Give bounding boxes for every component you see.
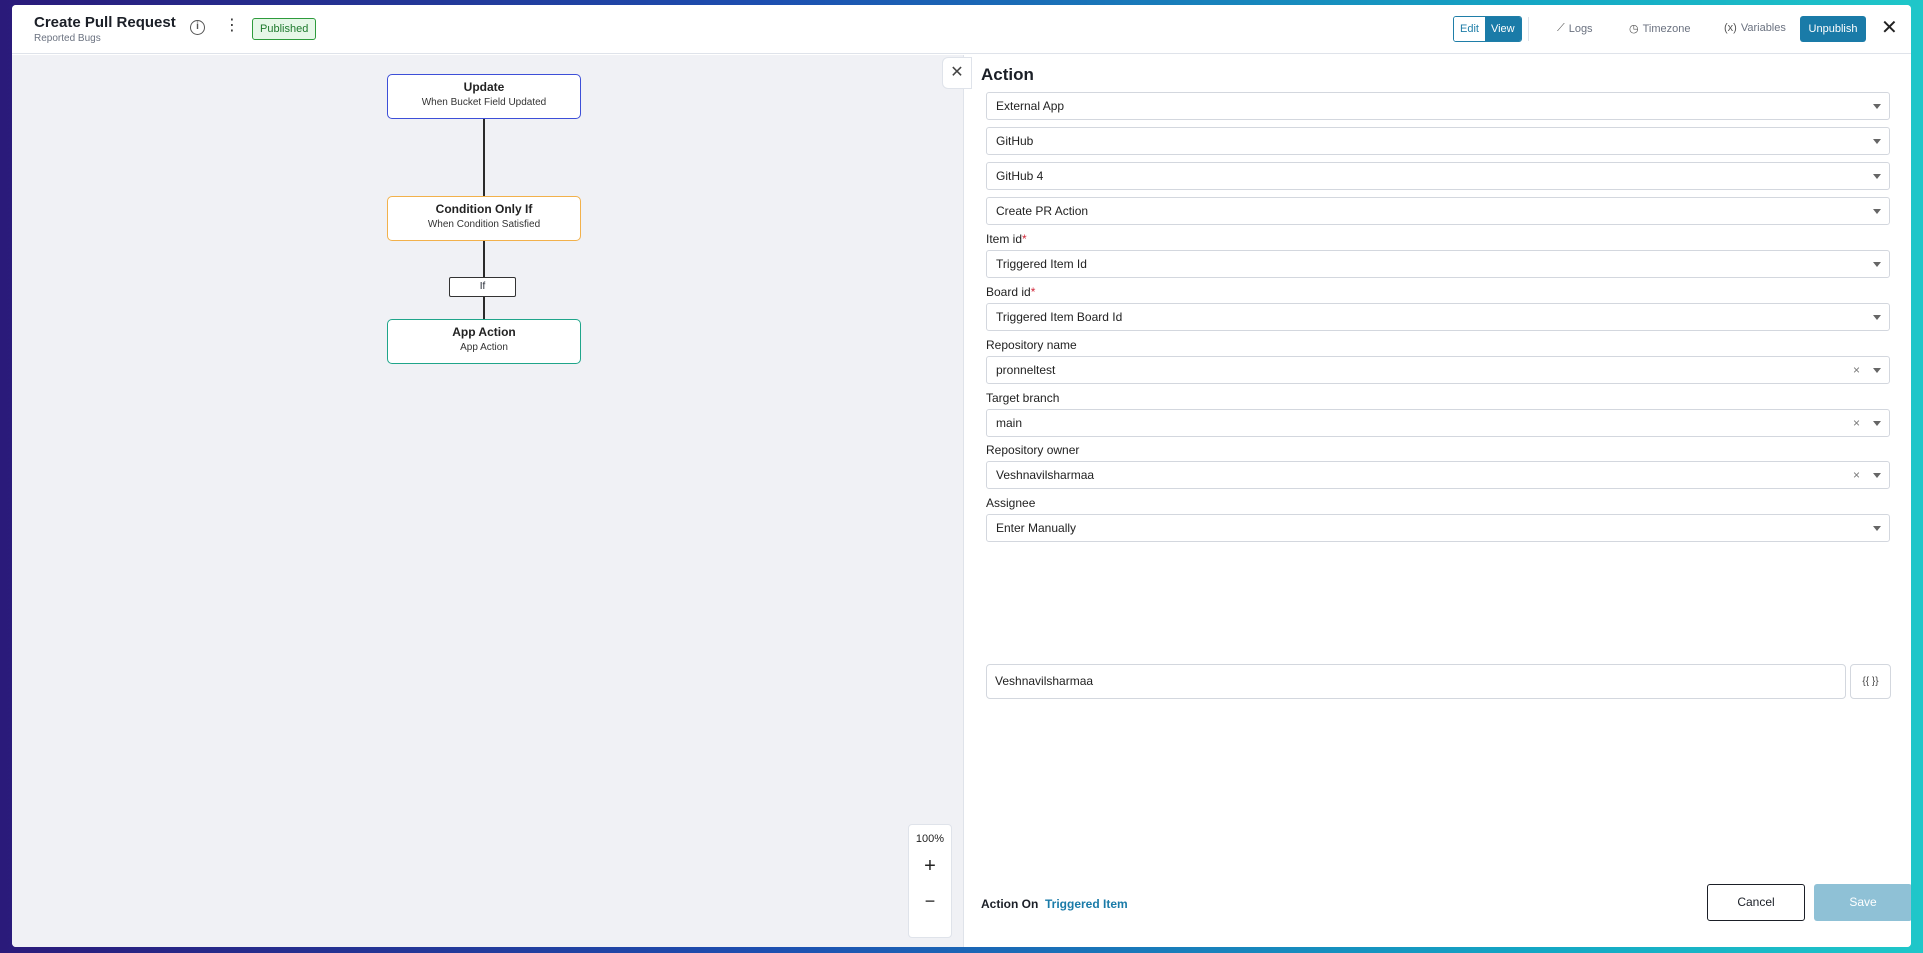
chevron-down-icon [1873,104,1881,109]
target-branch-label: Target branch [986,391,1060,405]
clear-icon[interactable]: × [1853,462,1860,488]
node-title: App Action [452,325,516,339]
top-header: Create Pull Request Reported Bugs i ⋮ Pu… [12,5,1911,54]
select-value: Create PR Action [996,204,1089,218]
timezone-label: Timezone [1642,22,1691,35]
workflow-node-update[interactable]: Update When Bucket Field Updated [387,74,581,119]
select-value: pronneltest [996,363,1056,377]
panel-title: Action [981,65,1034,84]
info-icon[interactable]: i [190,20,205,35]
select-value: External App [996,99,1065,113]
cancel-button[interactable]: Cancel [1707,884,1805,921]
connector-line [483,241,485,277]
required-marker: * [1030,285,1036,299]
unpublish-button[interactable]: Unpublish [1800,16,1866,42]
workflow-node-condition[interactable]: Condition Only If When Condition Satisfi… [387,196,581,241]
connection-select[interactable]: GitHub 4 [986,162,1890,190]
select-value: main [996,416,1023,430]
node-title: Condition Only If [435,202,533,216]
chevron-down-icon [1873,262,1881,267]
board-id-select[interactable]: Triggered Item Board Id [986,303,1890,331]
chevron-down-icon [1873,368,1881,373]
node-title: Update [463,80,505,94]
chevron-down-icon [1873,174,1881,179]
status-badge: Published [252,18,317,40]
action-on-label: Action On [981,897,1039,911]
chevron-down-icon [1873,209,1881,214]
node-subtitle: When Condition Satisfied [427,219,541,230]
clock-icon: ◷ [1629,23,1639,35]
chevron-down-icon [1873,315,1881,320]
clear-icon[interactable]: × [1853,357,1860,383]
assignee-label: Assignee [986,496,1036,510]
connector-line [483,119,485,196]
edit-mode-button[interactable]: Edit [1454,17,1485,41]
variables-icon: (x) [1724,22,1737,34]
page-title: Create Pull Request [34,14,176,31]
action-type-select[interactable]: External App [986,92,1890,120]
action-select[interactable]: Create PR Action [986,197,1890,225]
required-marker: * [1022,232,1027,246]
zoom-controls: 100% + − [908,824,952,938]
workflow-node-app-action[interactable]: App Action App Action [387,319,581,364]
select-value: Veshnavilsharmaa [996,468,1095,482]
clear-icon[interactable]: × [1853,410,1860,436]
assignee-mode-select[interactable]: Enter Manually [986,514,1890,542]
timezone-button[interactable]: ◷ Timezone [1629,22,1691,36]
target-branch-select[interactable]: main × [986,409,1890,437]
select-value: GitHub [996,134,1034,148]
repository-name-select[interactable]: pronneltest × [986,356,1890,384]
zoom-level: 100% [915,833,945,845]
action-on-link[interactable]: Triggered Item [1045,897,1128,911]
chevron-down-icon [1873,139,1881,144]
item-id-label: Item id* [986,232,1027,246]
select-value: Enter Manually [996,521,1077,535]
chevron-down-icon [1873,473,1881,478]
page-subtitle: Reported Bugs [34,33,101,44]
logs-button[interactable]: ⟋ Logs [1557,22,1593,35]
item-id-select[interactable]: Triggered Item Id [986,250,1890,278]
select-value: Triggered Item Board Id [996,310,1123,324]
more-options-icon[interactable]: ⋮ [224,16,240,36]
node-subtitle: When Bucket Field Updated [421,97,547,108]
app-select[interactable]: GitHub [986,127,1890,155]
app-window: Create Pull Request Reported Bugs i ⋮ Pu… [12,5,1911,947]
connector-line [483,297,485,319]
variables-label: Variables [1740,22,1786,34]
view-mode-button[interactable]: View [1484,17,1521,41]
close-icon[interactable]: ✕ [1881,17,1898,39]
repository-name-label: Repository name [986,338,1077,352]
select-value: Triggered Item Id [996,257,1087,271]
branch-if-label[interactable]: If [449,277,516,297]
panel-close-icon[interactable]: ✕ [942,57,972,89]
zoom-in-button[interactable]: + [909,855,951,877]
node-subtitle: App Action [460,342,508,353]
mode-toggle: Edit View [1453,16,1522,42]
chart-line-icon: ⟋ [1557,22,1565,34]
action-panel: ✕ Action External App GitHub GitHub 4 Cr… [942,55,1911,947]
header-divider [1528,17,1529,41]
board-id-label: Board id* [986,285,1036,299]
chevron-down-icon [1873,421,1881,426]
select-value: GitHub 4 [996,169,1044,183]
save-button[interactable]: Save [1814,884,1911,921]
chevron-down-icon [1873,526,1881,531]
repository-owner-label: Repository owner [986,443,1080,457]
repository-owner-select[interactable]: Veshnavilsharmaa × [986,461,1890,489]
workflow-canvas[interactable]: Update When Bucket Field Updated Conditi… [12,55,963,947]
zoom-out-button[interactable]: − [909,891,951,911]
insert-variable-button[interactable]: {{ }} [1850,664,1891,699]
variables-button[interactable]: (x) Variables [1724,22,1786,34]
assignee-input[interactable]: Veshnavilsharmaa [986,664,1846,699]
logs-label: Logs [1568,22,1593,35]
